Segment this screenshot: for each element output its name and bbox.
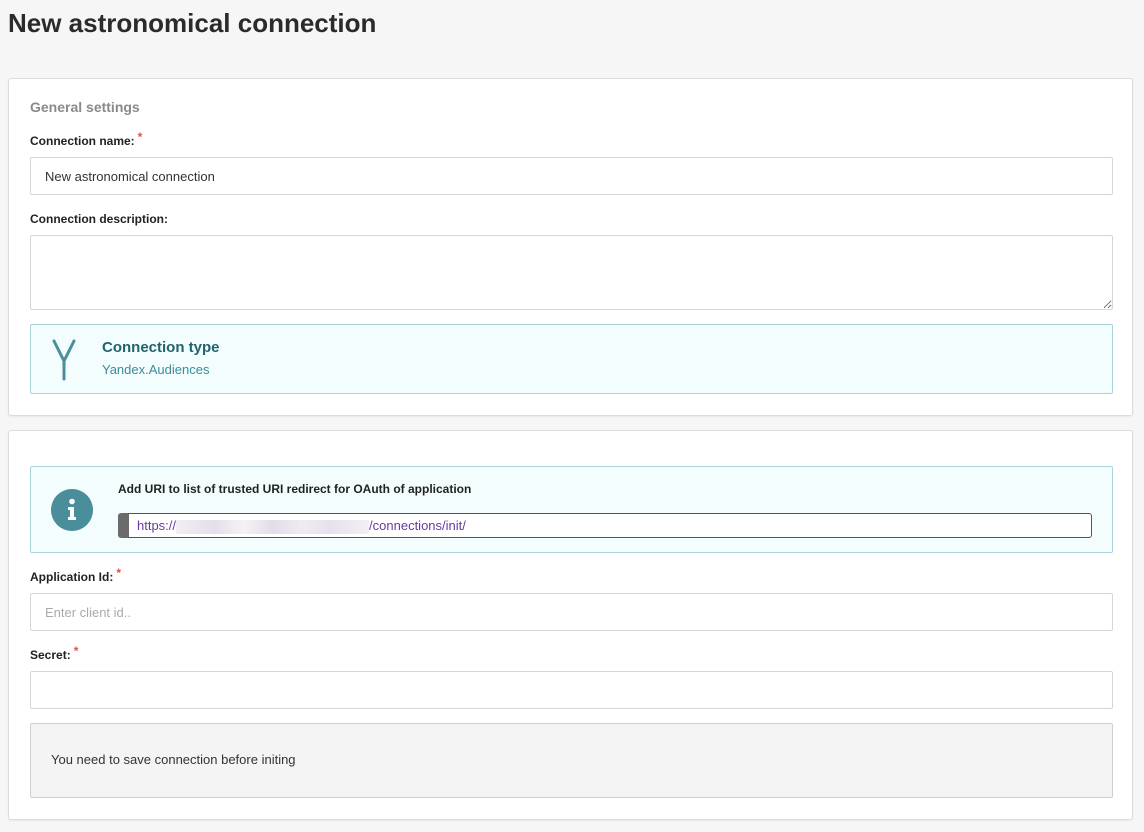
secret-label-text: Secret:	[30, 648, 71, 662]
connection-description-textarea[interactable]	[30, 235, 1113, 310]
connection-type-card: Connection type Yandex.Audiences	[30, 324, 1113, 394]
save-notice-text: You need to save connection before initi…	[51, 752, 296, 767]
page-title: New astronomical connection	[8, 8, 377, 38]
connection-name-input[interactable]	[30, 157, 1113, 195]
redirect-uri-prefix: https://	[137, 518, 177, 533]
oauth-settings-panel: Add URI to list of trusted URI redirect …	[8, 430, 1133, 820]
required-marker: *	[137, 130, 143, 144]
connection-type-value: Yandex.Audiences	[102, 362, 210, 377]
oauth-info-box: Add URI to list of trusted URI redirect …	[30, 466, 1113, 553]
application-id-label: Application Id: *	[30, 566, 121, 584]
connection-name-label-text: Connection name:	[30, 134, 135, 148]
connection-description-label: Connection description:	[30, 212, 168, 226]
save-notice-box: You need to save connection before initi…	[30, 723, 1113, 798]
oauth-info-text: Add URI to list of trusted URI redirect …	[118, 482, 472, 496]
info-icon	[51, 489, 93, 531]
required-marker: *	[116, 566, 121, 580]
connection-type-title: Connection type	[102, 339, 220, 356]
redirect-uri-host-redacted	[176, 519, 370, 534]
secret-label: Secret: *	[30, 644, 78, 662]
application-id-label-text: Application Id:	[30, 570, 114, 584]
redirect-uri-field[interactable]: https:// /connections/init/	[118, 513, 1092, 538]
secret-input[interactable]	[30, 671, 1113, 709]
yandex-y-icon	[52, 339, 76, 381]
application-id-input[interactable]	[30, 593, 1113, 631]
redirect-uri-suffix: /connections/init/	[369, 518, 466, 533]
required-marker: *	[73, 644, 79, 658]
connection-name-label: Connection name: *	[30, 130, 142, 148]
section-title-general: General settings	[30, 99, 140, 115]
general-settings-panel: General settings Connection name:* Conne…	[8, 78, 1133, 416]
